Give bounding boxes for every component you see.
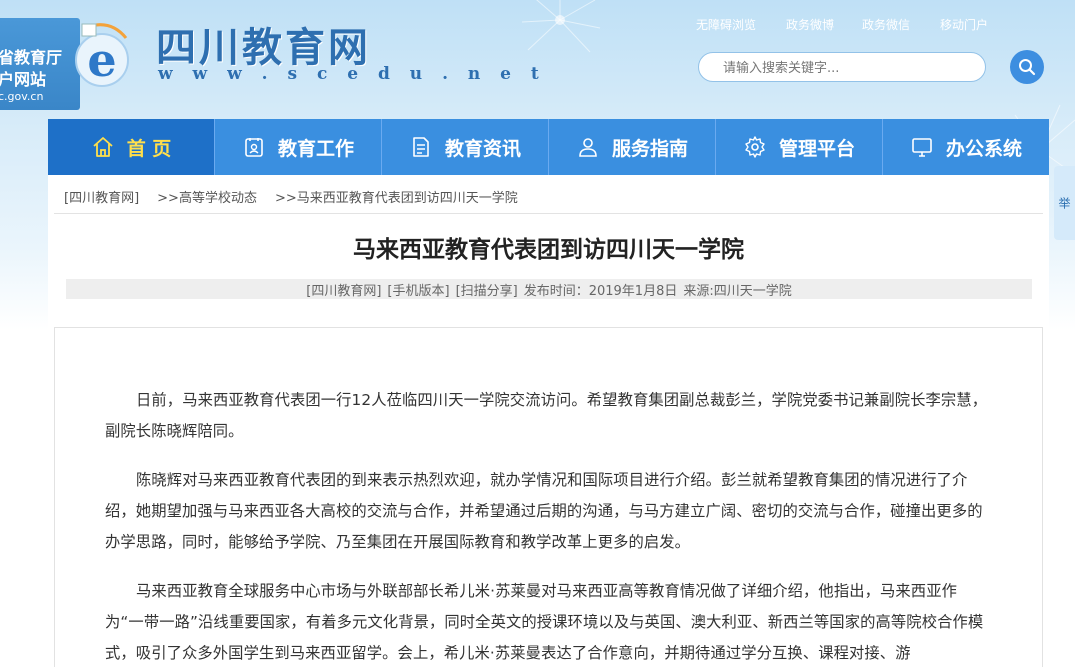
nav-label-education-news: 教育资讯: [444, 137, 521, 160]
breadcrumb-divider: [54, 213, 1043, 214]
mobile-portal-link[interactable]: 移动门户: [940, 16, 988, 33]
person-icon: [579, 138, 597, 157]
gov-portal-badge[interactable]: 省教育厅 户网站 c.gov.cn: [0, 18, 80, 110]
breadcrumb-home[interactable]: [四川教育网]: [64, 187, 139, 206]
gov-badge-line1: 省教育厅: [0, 48, 63, 67]
meta-mobile-link[interactable]: [手机版本]: [387, 280, 449, 299]
nav-label-office-system: 办公系统: [945, 137, 1022, 160]
article-meta: [四川教育网] [手机版本] [扫描分享] 发布时间：2019年1月8日 来源:…: [66, 279, 1032, 299]
nav-label-home: 首 页: [126, 137, 172, 160]
weibo-link[interactable]: 政务微博: [786, 16, 834, 33]
wechat-link[interactable]: 政务微信: [862, 16, 910, 33]
site-logo-icon: e: [75, 23, 129, 87]
article-body: 日前，马来西亚教育代表团一行12人莅临四川天一学院交流访问。希望教育集团副总裁彭…: [54, 327, 1043, 667]
nav-label-management-platform: 管理平台: [778, 137, 855, 160]
breadcrumb: [四川教育网] >>高等学校动态 >>马来西亚教育代表团到访四川天一学院: [64, 187, 518, 206]
search-icon: [1019, 59, 1036, 76]
main-nav: 首 页 教育工作 教育资讯 服务指南 管理平台 办公系统: [48, 119, 1049, 175]
document-icon: [245, 138, 263, 157]
site-url: w w w . s c e d u . n e t: [158, 64, 546, 84]
article-paragraph: 日前，马来西亚教育代表团一行12人莅临四川天一学院交流访问。希望教育集团副总裁彭…: [105, 391, 988, 440]
nav-item-education-work[interactable]: 教育工作: [215, 119, 382, 175]
article-container: [四川教育网] >>高等学校动态 >>马来西亚教育代表团到访四川天一学院 马来西…: [48, 175, 1049, 667]
nav-item-management-platform[interactable]: 管理平台: [716, 119, 883, 175]
nav-label-education-work: 教育工作: [277, 137, 354, 160]
search-box: [698, 52, 986, 82]
nav-item-office-system[interactable]: 办公系统: [883, 119, 1049, 175]
article-title: 马来西亚教育代表团到访四川天一学院: [353, 237, 744, 263]
meta-site-link[interactable]: [四川教育网]: [306, 280, 381, 299]
gov-badge-line3: c.gov.cn: [0, 90, 44, 103]
gear-icon: [745, 136, 765, 158]
article-paragraph: 马来西亚教育全球服务中心市场与外联部部长希儿米·苏莱曼对马来西亚高等教育情况做了…: [105, 582, 984, 662]
report-side-tab[interactable]: 举: [1054, 166, 1075, 240]
nav-item-home[interactable]: 首 页: [48, 119, 215, 175]
news-icon: [413, 137, 429, 157]
search-input[interactable]: [721, 54, 975, 82]
nav-item-service-guide[interactable]: 服务指南: [549, 119, 716, 175]
search-button[interactable]: [1010, 50, 1044, 84]
meta-share-link[interactable]: [扫描分享]: [456, 280, 518, 299]
breadcrumb-current[interactable]: >>马来西亚教育代表团到访四川天一学院: [275, 187, 518, 206]
breadcrumb-category[interactable]: >>高等学校动态: [157, 187, 257, 206]
monitor-icon: [912, 138, 932, 157]
nav-item-education-news[interactable]: 教育资讯: [382, 119, 549, 175]
svg-text:e: e: [87, 33, 116, 87]
gov-badge-line2: 户网站: [0, 70, 47, 89]
meta-publish-date: 发布时间：2019年1月8日: [523, 283, 678, 299]
article-paragraph: 陈晓辉对马来西亚教育代表团的到来表示热烈欢迎，就办学情况和国际项目进行介绍。彭兰…: [105, 471, 983, 551]
nav-label-service-guide: 服务指南: [611, 137, 688, 160]
accessibility-link[interactable]: 无障碍浏览: [696, 16, 756, 33]
home-icon: [93, 137, 113, 157]
meta-source: 来源:四川天一学院: [683, 283, 792, 299]
